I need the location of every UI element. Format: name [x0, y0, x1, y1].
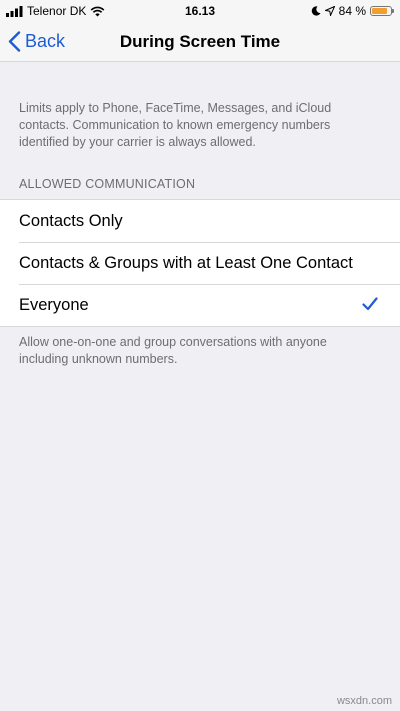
watermark: wsxdn.com: [336, 695, 392, 707]
allowed-communication-list: Contacts Only Contacts & Groups with at …: [0, 199, 400, 327]
location-icon: [324, 6, 335, 16]
battery-icon: [370, 6, 394, 16]
option-label: Contacts Only: [19, 211, 123, 230]
moon-icon: [311, 6, 321, 16]
page-title: During Screen Time: [119, 32, 281, 51]
section-footer: Allow one-on-one and group conversations…: [19, 335, 327, 366]
option-label: Contacts & Groups with at Least One Cont…: [19, 253, 353, 272]
option-contacts-only[interactable]: Contacts Only: [0, 200, 400, 242]
option-everyone[interactable]: Everyone: [0, 284, 400, 326]
limits-description: Limits apply to Phone, FaceTime, Message…: [19, 101, 332, 149]
battery-percent: 84 %: [338, 4, 366, 18]
battery-level-fill: [372, 8, 388, 14]
section-header: ALLOWED COMMUNICATION: [19, 177, 196, 191]
status-bar: Telenor DK 16.13 84 %: [0, 0, 400, 22]
battery-cap: [392, 9, 394, 13]
navigation-bar: Back During Screen Time: [0, 22, 400, 62]
checkmark-icon: [362, 297, 378, 311]
option-label: Everyone: [19, 295, 89, 314]
option-contacts-and-groups[interactable]: Contacts & Groups with at Least One Cont…: [0, 242, 400, 284]
status-right: 84 %: [311, 4, 394, 18]
